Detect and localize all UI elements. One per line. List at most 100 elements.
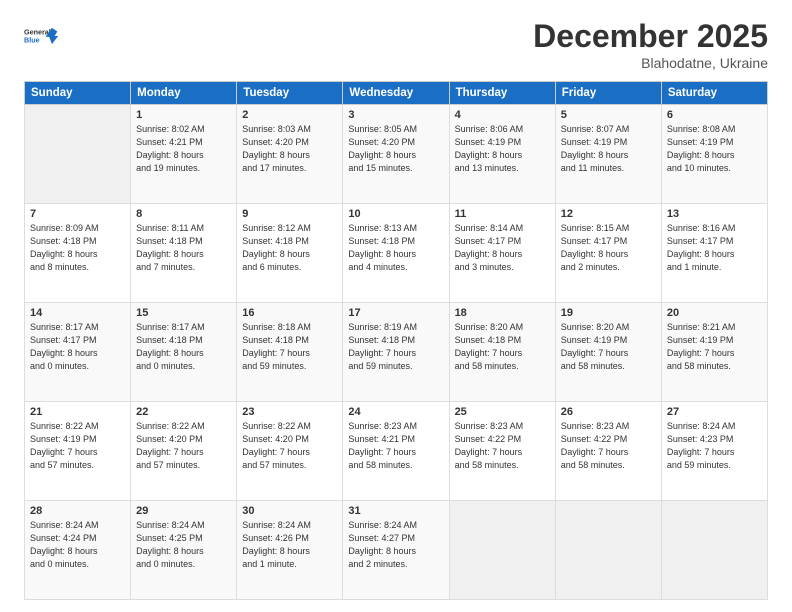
day-number: 1 [136,109,231,121]
day-cell: 2 Sunrise: 8:03 AMSunset: 4:20 PMDaylight… [237,105,343,204]
day-cell: 18 Sunrise: 8:20 AMSunset: 4:18 PMDayligh… [449,303,555,402]
header-cell: Wednesday [343,82,449,105]
svg-text:Blue: Blue [24,35,40,44]
day-detail: Sunrise: 8:21 AMSunset: 4:19 PMDaylight:… [667,321,762,373]
day-number: 20 [667,307,762,319]
day-cell: 6 Sunrise: 8:08 AMSunset: 4:19 PMDaylight… [661,105,767,204]
day-detail: Sunrise: 8:20 AMSunset: 4:18 PMDaylight:… [455,321,550,373]
day-detail: Sunrise: 8:22 AMSunset: 4:20 PMDaylight:… [136,420,231,472]
day-cell: 25 Sunrise: 8:23 AMSunset: 4:22 PMDayligh… [449,402,555,501]
day-number: 18 [455,307,550,319]
day-detail: Sunrise: 8:09 AMSunset: 4:18 PMDaylight:… [30,222,125,274]
day-number: 28 [30,505,125,517]
day-cell: 21 Sunrise: 8:22 AMSunset: 4:19 PMDayligh… [25,402,131,501]
day-number: 26 [561,406,656,418]
day-cell [661,501,767,600]
day-number: 15 [136,307,231,319]
day-detail: Sunrise: 8:17 AMSunset: 4:18 PMDaylight:… [136,321,231,373]
week-row: 28 Sunrise: 8:24 AMSunset: 4:24 PMDayligh… [25,501,768,600]
day-detail: Sunrise: 8:18 AMSunset: 4:18 PMDaylight:… [242,321,337,373]
day-number: 3 [348,109,443,121]
day-number: 23 [242,406,337,418]
week-row: 1 Sunrise: 8:02 AMSunset: 4:21 PMDaylight… [25,105,768,204]
day-number: 24 [348,406,443,418]
day-number: 14 [30,307,125,319]
day-cell: 16 Sunrise: 8:18 AMSunset: 4:18 PMDayligh… [237,303,343,402]
day-detail: Sunrise: 8:03 AMSunset: 4:20 PMDaylight:… [242,123,337,175]
header: GeneralBlue December 2025 Blahodatne, Uk… [24,18,768,71]
day-number: 21 [30,406,125,418]
day-number: 6 [667,109,762,121]
day-number: 10 [348,208,443,220]
day-detail: Sunrise: 8:23 AMSunset: 4:22 PMDaylight:… [455,420,550,472]
header-row: SundayMondayTuesdayWednesdayThursdayFrid… [25,82,768,105]
day-detail: Sunrise: 8:24 AMSunset: 4:26 PMDaylight:… [242,519,337,571]
day-detail: Sunrise: 8:19 AMSunset: 4:18 PMDaylight:… [348,321,443,373]
day-cell: 23 Sunrise: 8:22 AMSunset: 4:20 PMDayligh… [237,402,343,501]
day-cell [25,105,131,204]
day-number: 17 [348,307,443,319]
day-detail: Sunrise: 8:12 AMSunset: 4:18 PMDaylight:… [242,222,337,274]
day-detail: Sunrise: 8:13 AMSunset: 4:18 PMDaylight:… [348,222,443,274]
header-cell: Thursday [449,82,555,105]
month-title: December 2025 [533,18,768,55]
day-detail: Sunrise: 8:23 AMSunset: 4:22 PMDaylight:… [561,420,656,472]
day-detail: Sunrise: 8:15 AMSunset: 4:17 PMDaylight:… [561,222,656,274]
day-detail: Sunrise: 8:24 AMSunset: 4:24 PMDaylight:… [30,519,125,571]
day-cell: 30 Sunrise: 8:24 AMSunset: 4:26 PMDayligh… [237,501,343,600]
day-detail: Sunrise: 8:06 AMSunset: 4:19 PMDaylight:… [455,123,550,175]
day-cell: 12 Sunrise: 8:15 AMSunset: 4:17 PMDayligh… [555,204,661,303]
day-number: 27 [667,406,762,418]
day-cell [449,501,555,600]
week-row: 14Sunrise: 8:17 AMSunset: 4:17 PMDayligh… [25,303,768,402]
day-detail: Sunrise: 8:20 AMSunset: 4:19 PMDaylight:… [561,321,656,373]
week-row: 7Sunrise: 8:09 AMSunset: 4:18 PMDaylight… [25,204,768,303]
header-cell: Friday [555,82,661,105]
day-detail: Sunrise: 8:22 AMSunset: 4:20 PMDaylight:… [242,420,337,472]
day-cell: 13Sunrise: 8:16 AMSunset: 4:17 PMDayligh… [661,204,767,303]
day-number: 12 [561,208,656,220]
day-number: 30 [242,505,337,517]
day-cell [555,501,661,600]
header-cell: Saturday [661,82,767,105]
day-number: 8 [136,208,231,220]
day-number: 31 [348,505,443,517]
day-cell: 26 Sunrise: 8:23 AMSunset: 4:22 PMDayligh… [555,402,661,501]
day-cell: 20 Sunrise: 8:21 AMSunset: 4:19 PMDayligh… [661,303,767,402]
day-cell: 4 Sunrise: 8:06 AMSunset: 4:19 PMDaylight… [449,105,555,204]
day-cell: 7Sunrise: 8:09 AMSunset: 4:18 PMDaylight… [25,204,131,303]
day-number: 11 [455,208,550,220]
day-number: 9 [242,208,337,220]
day-detail: Sunrise: 8:05 AMSunset: 4:20 PMDaylight:… [348,123,443,175]
day-cell: 22 Sunrise: 8:22 AMSunset: 4:20 PMDayligh… [131,402,237,501]
day-cell: 11Sunrise: 8:14 AMSunset: 4:17 PMDayligh… [449,204,555,303]
day-detail: Sunrise: 8:16 AMSunset: 4:17 PMDaylight:… [667,222,762,274]
day-number: 2 [242,109,337,121]
day-cell: 27 Sunrise: 8:24 AMSunset: 4:23 PMDayligh… [661,402,767,501]
calendar: SundayMondayTuesdayWednesdayThursdayFrid… [24,81,768,600]
day-cell: 31 Sunrise: 8:24 AMSunset: 4:27 PMDayligh… [343,501,449,600]
day-detail: Sunrise: 8:24 AMSunset: 4:27 PMDaylight:… [348,519,443,571]
header-cell: Tuesday [237,82,343,105]
header-cell: Monday [131,82,237,105]
day-number: 22 [136,406,231,418]
day-cell: 1 Sunrise: 8:02 AMSunset: 4:21 PMDaylight… [131,105,237,204]
day-detail: Sunrise: 8:24 AMSunset: 4:23 PMDaylight:… [667,420,762,472]
day-cell: 14Sunrise: 8:17 AMSunset: 4:17 PMDayligh… [25,303,131,402]
day-detail: Sunrise: 8:22 AMSunset: 4:19 PMDaylight:… [30,420,125,472]
day-detail: Sunrise: 8:02 AMSunset: 4:21 PMDaylight:… [136,123,231,175]
day-cell: 19Sunrise: 8:20 AMSunset: 4:19 PMDayligh… [555,303,661,402]
header-cell: Sunday [25,82,131,105]
week-row: 21 Sunrise: 8:22 AMSunset: 4:19 PMDayligh… [25,402,768,501]
day-number: 29 [136,505,231,517]
day-cell: 17 Sunrise: 8:19 AMSunset: 4:18 PMDayligh… [343,303,449,402]
logo-icon: GeneralBlue [24,18,60,54]
day-detail: Sunrise: 8:07 AMSunset: 4:19 PMDaylight:… [561,123,656,175]
day-detail: Sunrise: 8:08 AMSunset: 4:19 PMDaylight:… [667,123,762,175]
day-cell: 8Sunrise: 8:11 AMSunset: 4:18 PMDaylight… [131,204,237,303]
day-detail: Sunrise: 8:24 AMSunset: 4:25 PMDaylight:… [136,519,231,571]
day-number: 16 [242,307,337,319]
day-number: 4 [455,109,550,121]
day-number: 25 [455,406,550,418]
day-cell: 28 Sunrise: 8:24 AMSunset: 4:24 PMDayligh… [25,501,131,600]
